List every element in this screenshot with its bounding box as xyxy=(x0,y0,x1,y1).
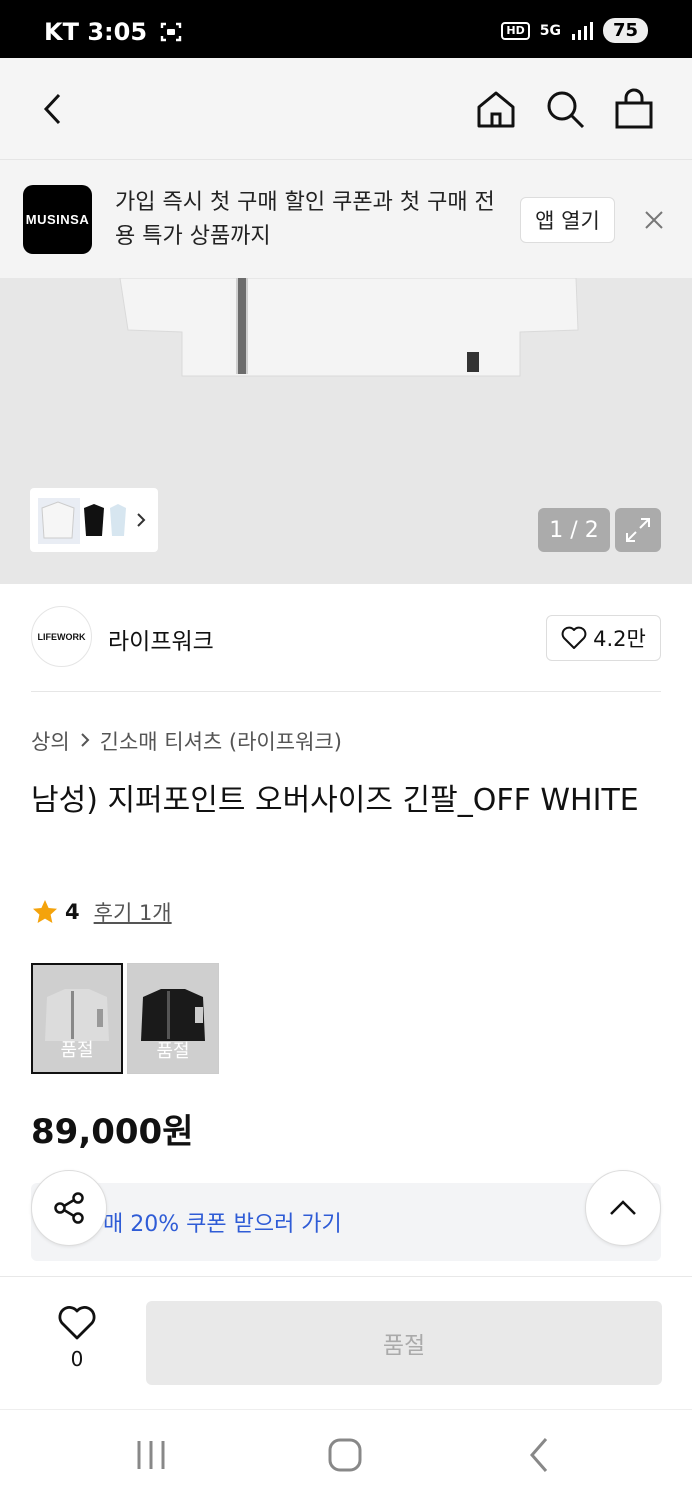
home-icon xyxy=(477,91,515,128)
thumbnail-strip[interactable] xyxy=(30,488,158,552)
brand-like-button[interactable]: 4.2만 xyxy=(546,615,661,661)
cart-button[interactable] xyxy=(611,86,657,132)
battery-indicator: 75 xyxy=(602,18,648,43)
share-button[interactable] xyxy=(31,1170,107,1246)
expand-icon xyxy=(626,518,650,542)
heart-icon xyxy=(561,626,587,649)
product-image-gallery[interactable]: 1 / 2 xyxy=(0,278,692,584)
chevron-up-icon xyxy=(610,1200,636,1215)
close-icon xyxy=(645,211,663,229)
breadcrumb-subcategory[interactable]: 긴소매 티셔츠 (라이프워크) xyxy=(100,726,342,756)
chevron-right-icon xyxy=(80,733,90,747)
banner-message: 가입 즉시 첫 구매 할인 쿠폰과 첫 구매 전용 특가 상품까지 xyxy=(115,190,495,249)
heart-icon xyxy=(58,1306,96,1340)
coupon-text[interactable]: 매 20% 쿠폰 받으러 가기 xyxy=(103,1206,342,1238)
home-nav-icon[interactable] xyxy=(325,1435,365,1475)
image-pager: 1 / 2 xyxy=(538,508,610,552)
color-swatches: 품절 품절 xyxy=(31,963,219,1074)
status-bar: KT 3:05 HD 5G 75 xyxy=(0,0,692,58)
rating-row: 4 후기 1개 xyxy=(31,897,172,927)
soldout-label: 품절 xyxy=(156,1041,190,1062)
brand-like-count: 4.2만 xyxy=(593,627,646,651)
banner-close-button[interactable] xyxy=(640,206,668,234)
brand-name[interactable]: 라이프워크 xyxy=(108,622,214,656)
breadcrumb-category[interactable]: 상의 xyxy=(31,726,70,756)
brand-row: LIFEWORK 라이프워크 4.2만 xyxy=(31,606,661,670)
rating-score: 4 xyxy=(65,900,80,924)
scroll-top-button[interactable] xyxy=(585,1170,661,1246)
musinsa-logo: MUSINSA xyxy=(23,185,92,254)
buy-button[interactable]: 품절 xyxy=(146,1301,662,1385)
chevron-left-icon xyxy=(43,93,61,125)
back-button[interactable] xyxy=(31,86,77,132)
review-link[interactable]: 후기 1개 xyxy=(94,897,172,927)
carrier-time: KT 3:05 xyxy=(44,18,148,46)
hd-icon: HD xyxy=(501,21,530,40)
brand-logo[interactable]: LIFEWORK xyxy=(31,606,92,667)
system-navigation-bar xyxy=(0,1409,692,1500)
product-price: 89,000원 xyxy=(31,1112,194,1152)
expand-button[interactable] xyxy=(615,508,661,552)
coupon-banner[interactable]: 매 20% 쿠폰 받으러 가기 xyxy=(31,1183,661,1261)
swatch-black[interactable]: 품절 xyxy=(127,963,219,1074)
search-button[interactable] xyxy=(542,86,588,132)
thumbnail-images xyxy=(38,498,128,544)
search-icon xyxy=(547,91,585,129)
swatch-off-white[interactable]: 품절 xyxy=(31,963,123,1074)
product-title: 남성) 지퍼포인트 오버사이즈 긴팔_OFF WHITE xyxy=(31,783,639,818)
share-icon xyxy=(54,1192,84,1224)
back-nav-icon[interactable] xyxy=(520,1435,560,1475)
soldout-label: 품절 xyxy=(60,1040,94,1061)
star-icon xyxy=(33,900,57,923)
recent-apps-icon[interactable] xyxy=(131,1435,171,1475)
open-app-button[interactable]: 앱 열기 xyxy=(520,197,615,243)
breadcrumb: 상의 긴소매 티셔츠 (라이프워크) xyxy=(31,726,342,756)
top-navigation xyxy=(0,58,692,160)
shopping-bag-icon xyxy=(615,88,653,129)
bottom-action-bar: 0 품절 xyxy=(0,1276,692,1409)
wish-button[interactable]: 0 xyxy=(50,1305,104,1371)
wish-count: 0 xyxy=(70,1347,84,1371)
network-5g-icon: 5G xyxy=(539,22,561,39)
home-button[interactable] xyxy=(473,86,519,132)
app-install-banner: MUSINSA 가입 즉시 첫 구매 할인 쿠폰과 첫 구매 전용 특가 상품까… xyxy=(0,160,692,278)
divider xyxy=(31,691,661,692)
screenshot-icon xyxy=(160,22,182,42)
chevron-right-icon xyxy=(137,513,146,527)
signal-icon xyxy=(571,21,593,40)
